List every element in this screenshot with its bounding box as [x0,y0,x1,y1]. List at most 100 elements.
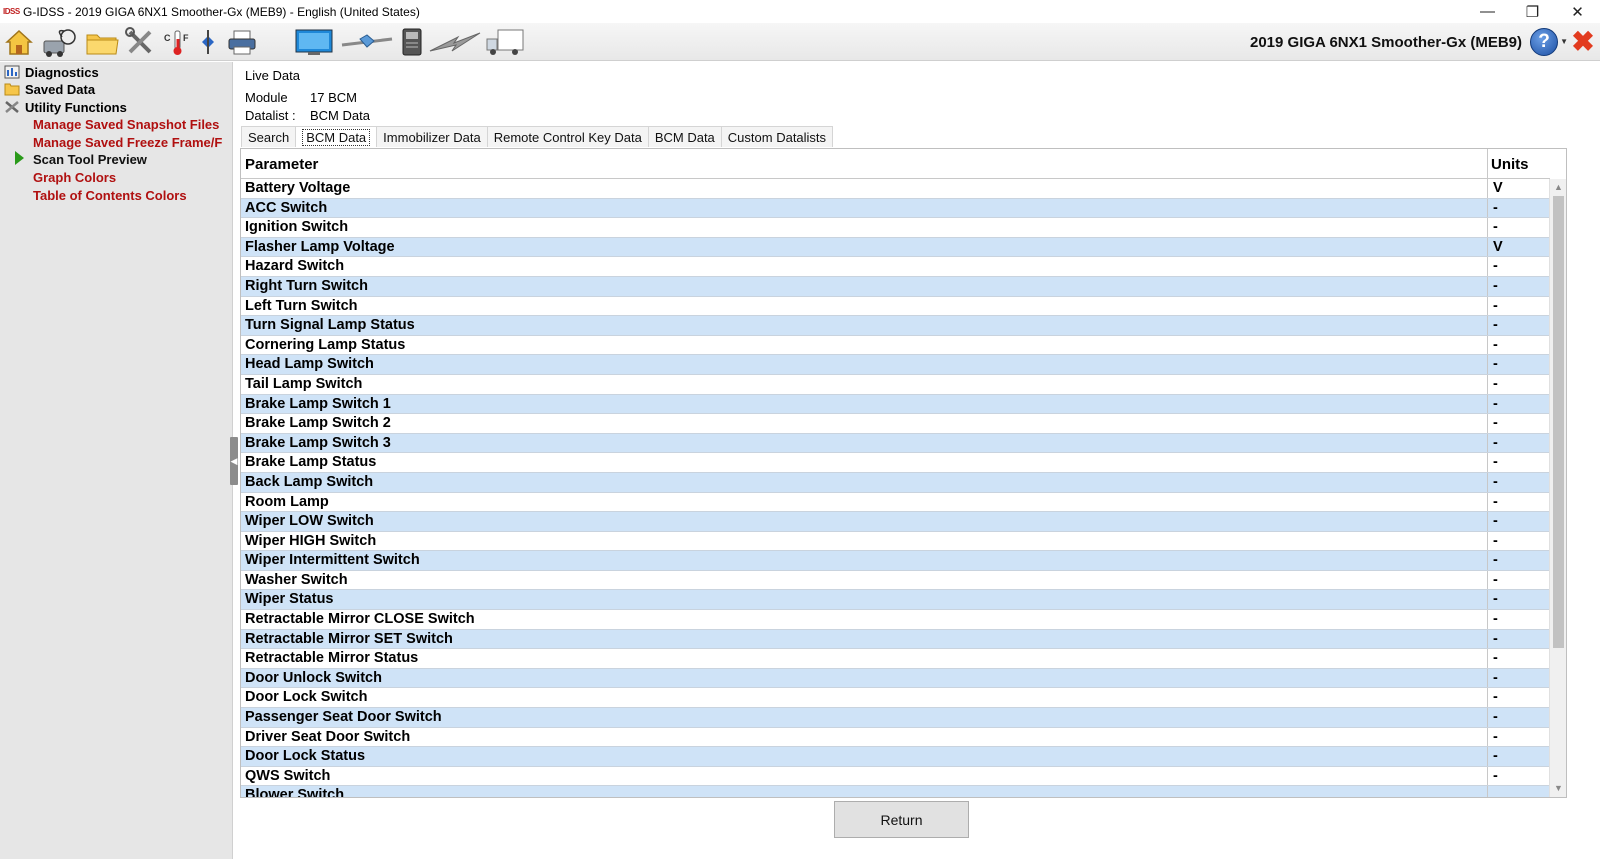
units-cell: - [1493,552,1498,569]
link-manage-snapshot-files[interactable]: Manage Saved Snapshot Files [33,115,233,133]
table-row[interactable]: Retractable Mirror SET Switch - [241,629,1550,650]
table-row[interactable]: Door Lock Status - [241,747,1550,767]
table-row[interactable]: Wiper LOW Switch - [241,512,1550,532]
table-row[interactable]: Left Turn Switch - [241,296,1550,317]
table-row[interactable]: Battery Voltage V [241,179,1550,199]
table-row[interactable]: Tail Lamp Switch - [241,374,1550,395]
tab-custom-datalists[interactable]: Custom Datalists [720,126,834,147]
minimize-button[interactable]: — [1465,0,1510,23]
column-divider [1487,433,1488,453]
parameter-cell: Cornering Lamp Status [245,336,406,353]
parameter-cell: Back Lamp Switch [245,473,374,490]
table-row[interactable]: Right Turn Switch - [241,276,1550,297]
table-row[interactable]: Brake Lamp Switch 2 - [241,414,1550,434]
table-row[interactable]: QWS Switch - [241,766,1550,787]
table-row[interactable]: Brake Lamp Switch 1 - [241,394,1550,415]
panel-splitter-handle[interactable]: ◀ [230,437,238,485]
tools-icon [4,100,20,114]
units-cell: - [1493,493,1498,510]
scroll-up-icon[interactable]: ▲ [1550,179,1566,196]
connect-icon[interactable] [340,27,394,57]
exit-icon[interactable]: ✖ [1570,28,1596,56]
sidebar-item-diagnostics[interactable]: Diagnostics [4,63,99,81]
device-icon[interactable] [400,27,424,57]
tab-bcm-data[interactable]: BCM Data [647,126,722,147]
flash-icon[interactable] [428,27,482,57]
monitor-icon[interactable] [294,27,334,57]
diagnostics-icon[interactable] [42,27,80,57]
folder-icon [4,82,20,96]
units-cell: - [1493,571,1498,588]
table-row[interactable]: Room Lamp - [241,492,1550,513]
tab-remote-control-key-data[interactable]: Remote Control Key Data [486,126,649,147]
units-cell: - [1493,415,1498,432]
parameter-cell: Brake Lamp Status [245,454,377,471]
table-row[interactable]: Door Lock Switch - [241,688,1550,709]
table-row[interactable]: Turn Signal Lamp Status - [241,316,1550,336]
sidebar: Diagnostics Saved Data Utility Functions… [0,62,233,859]
return-button[interactable]: Return [834,801,969,838]
parameter-cell: Turn Signal Lamp Status [245,317,415,334]
home-icon[interactable] [4,27,34,57]
column-header-units[interactable]: Units [1491,156,1529,173]
tab-search[interactable]: Search [241,126,297,147]
table-row[interactable]: Brake Lamp Switch 3 - [241,433,1550,454]
table-row[interactable]: Cornering Lamp Status - [241,335,1550,356]
column-header-parameter[interactable]: Parameter [245,156,318,173]
scrollbar-thumb[interactable] [1553,196,1564,648]
svg-text:C: C [164,33,171,43]
sidebar-item-utility-functions[interactable]: Utility Functions [4,98,127,116]
table-row[interactable]: Door Unlock Switch - [241,668,1550,689]
table-row[interactable]: Ignition Switch - [241,218,1550,238]
table-row[interactable]: Blower Switch [241,786,1550,797]
folder-icon[interactable] [85,27,119,57]
parameter-cell: Door Unlock Switch [245,669,382,686]
table-row[interactable]: Back Lamp Switch - [241,472,1550,493]
parameter-cell: Right Turn Switch [245,277,368,294]
table-row[interactable]: Wiper Status - [241,590,1550,611]
window-controls: — ❐ ✕ [1465,0,1600,23]
units-cell: - [1493,434,1498,451]
split-icon[interactable] [198,27,218,57]
link-table-of-contents-colors[interactable]: Table of Contents Colors [33,186,233,204]
tab-bcm-data-active[interactable]: BCM Data [295,126,378,147]
truck-icon[interactable] [485,27,525,57]
link-scan-tool-preview[interactable]: Scan Tool Preview [33,150,233,168]
table-row[interactable]: Wiper Intermittent Switch - [241,551,1550,571]
table-row[interactable]: Washer Switch - [241,570,1550,591]
table-row[interactable]: ACC Switch - [241,198,1550,219]
play-icon [15,151,24,165]
printer-icon[interactable] [226,27,258,57]
restore-button[interactable]: ❐ [1510,0,1555,23]
table-row[interactable]: Wiper HIGH Switch - [241,531,1550,552]
table-row[interactable]: Hazard Switch - [241,257,1550,277]
tools-icon[interactable] [125,27,155,57]
module-label: Module [245,90,288,105]
units-cell: - [1493,356,1498,373]
scroll-down-icon[interactable]: ▼ [1550,780,1566,797]
vertical-scrollbar[interactable]: ▲ ▼ [1549,179,1566,797]
table-row[interactable]: Brake Lamp Status - [241,453,1550,473]
table-row[interactable]: Flasher Lamp Voltage V [241,237,1550,258]
chevron-down-icon[interactable]: ▼ [1560,37,1568,46]
close-button[interactable]: ✕ [1555,0,1600,23]
column-divider[interactable] [1487,149,1488,179]
app-logo: IDSS [3,7,20,16]
table-row[interactable]: Driver Seat Door Switch - [241,727,1550,748]
link-graph-colors[interactable]: Graph Colors [33,168,233,186]
table-row[interactable]: Retractable Mirror Status - [241,649,1550,669]
parameter-cell: Brake Lamp Switch 2 [245,415,391,432]
units-cell: - [1493,277,1498,294]
units-cell: - [1493,199,1498,216]
sidebar-item-label: Utility Functions [25,99,127,115]
link-manage-freeze-frame[interactable]: Manage Saved Freeze Frame/F [33,133,233,151]
sidebar-item-saved-data[interactable]: Saved Data [4,80,95,98]
table-row[interactable]: Head Lamp Switch - [241,355,1550,375]
units-cell: V [1493,238,1503,255]
tab-immobilizer-data[interactable]: Immobilizer Data [376,126,488,147]
table-row[interactable]: Retractable Mirror CLOSE Switch - [241,610,1550,630]
table-row[interactable]: Passenger Seat Door Switch - [241,708,1550,728]
help-button[interactable]: ? [1530,28,1558,56]
column-divider [1487,551,1488,570]
temperature-icon[interactable]: CF [163,27,193,57]
